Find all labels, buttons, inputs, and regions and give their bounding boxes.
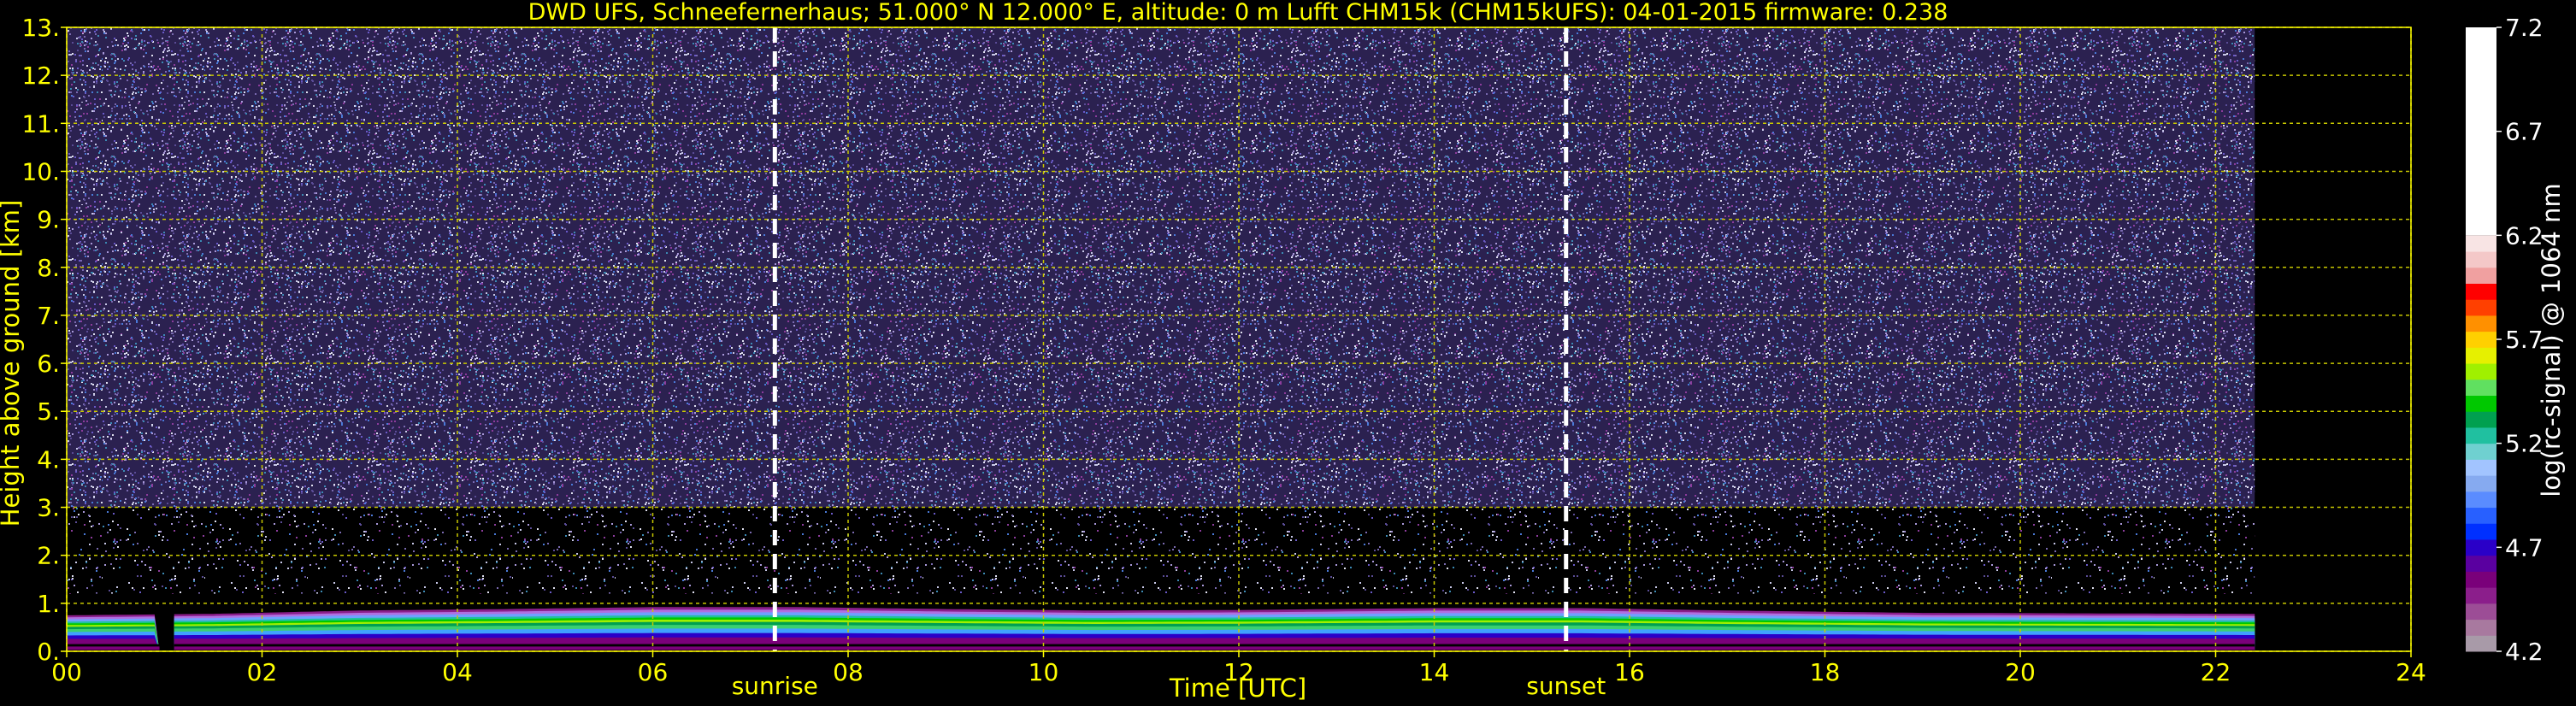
x-tick-label: 02 xyxy=(247,658,278,686)
colorbar-segment xyxy=(2466,459,2496,476)
colorbar-tick-label: 4.7 xyxy=(2505,533,2544,562)
x-tick-label: 18 xyxy=(1810,658,1841,686)
colorbar-segment xyxy=(2466,411,2496,428)
surface-band xyxy=(174,646,2255,650)
colorbar-segment xyxy=(2466,235,2496,252)
colorbar-segment xyxy=(2466,571,2496,588)
x-tick-label: 20 xyxy=(2005,658,2036,686)
y-tick-label: 4. xyxy=(37,445,60,474)
x-tick-label: 04 xyxy=(442,658,473,686)
colorbar-tick-label: 4.2 xyxy=(2505,638,2544,666)
colorbar-segment xyxy=(2466,395,2496,412)
colorbar-segment xyxy=(2466,347,2496,364)
colorbar-segment xyxy=(2466,635,2496,652)
y-tick-label: 7. xyxy=(37,302,60,330)
colorbar-segment xyxy=(2466,507,2496,524)
x-tick-label: 10 xyxy=(1029,658,1059,686)
colorbar-segment xyxy=(2466,363,2496,380)
colorbar-tick-label: 6.7 xyxy=(2505,118,2544,146)
y-tick-label: 2. xyxy=(37,542,60,570)
y-tick-label: 0. xyxy=(37,638,60,666)
colorbar-segment xyxy=(2466,491,2496,509)
colorbar-tick-label: 7.2 xyxy=(2505,14,2544,42)
y-tick-label: 6. xyxy=(37,350,60,378)
x-tick-label: 14 xyxy=(1419,658,1450,686)
sunrise-label: sunrise xyxy=(732,672,818,700)
x-axis-label: Time [UTC] xyxy=(1169,674,1306,703)
colorbar-segment xyxy=(2466,315,2496,332)
colorbar-segment xyxy=(2466,427,2496,444)
y-tick-label: 11. xyxy=(21,109,60,138)
colorbar-segment xyxy=(2466,555,2496,572)
signal-noise-lower xyxy=(67,507,2255,594)
x-tick-label: 06 xyxy=(638,658,669,686)
y-tick-label: 1. xyxy=(37,590,60,618)
colorbar-segment xyxy=(2466,603,2496,621)
y-tick-label: 5. xyxy=(37,397,60,426)
ceilometer-chart: sunrise sunset 00 02 04 06 08 10 12 14 16 18 20 22 24… xyxy=(0,0,2566,703)
y-tick-label: 12. xyxy=(21,62,60,90)
plot-area xyxy=(67,27,2411,651)
y-tick-label: 9. xyxy=(37,206,60,234)
colorbar-segment xyxy=(2466,251,2496,268)
chart-title: DWD UFS, Schneefernerhaus; 51.000° N 12.… xyxy=(528,0,1948,26)
colorbar-segment xyxy=(2466,299,2496,316)
colorbar-label: log(rc-signal) @ 1064 nm xyxy=(2537,183,2566,497)
x-tick-label: 24 xyxy=(2396,658,2426,686)
x-tick-label: 08 xyxy=(833,658,864,686)
y-tick-label: 8. xyxy=(37,254,60,282)
colorbar-segment xyxy=(2466,267,2496,284)
y-tick-label: 13. xyxy=(21,14,60,42)
colorbar-segment xyxy=(2466,538,2496,556)
colorbar-segment xyxy=(2466,443,2496,460)
colorbar-segment xyxy=(2466,331,2496,348)
colorbar-segment xyxy=(2466,379,2496,397)
x-tick-label: 22 xyxy=(2201,658,2231,686)
sunset-label: sunset xyxy=(1526,672,1606,700)
colorbar-segment xyxy=(2466,523,2496,540)
y-axis-label: Height above ground [km] xyxy=(0,200,25,527)
colorbar-segment xyxy=(2466,475,2496,492)
colorbar: 7.26.76.25.75.24.74.2 xyxy=(2466,14,2544,666)
y-tick-label: 3. xyxy=(37,494,60,522)
x-tick-label: 16 xyxy=(1614,658,1645,686)
colorbar-segment xyxy=(2466,587,2496,604)
surface-band xyxy=(67,646,160,650)
colorbar-segment xyxy=(2466,283,2496,300)
colorbar-segment xyxy=(2466,27,2496,236)
signal-noise-upper xyxy=(67,27,2255,508)
y-tick-label: 10. xyxy=(21,157,60,185)
colorbar-segment xyxy=(2466,619,2496,636)
